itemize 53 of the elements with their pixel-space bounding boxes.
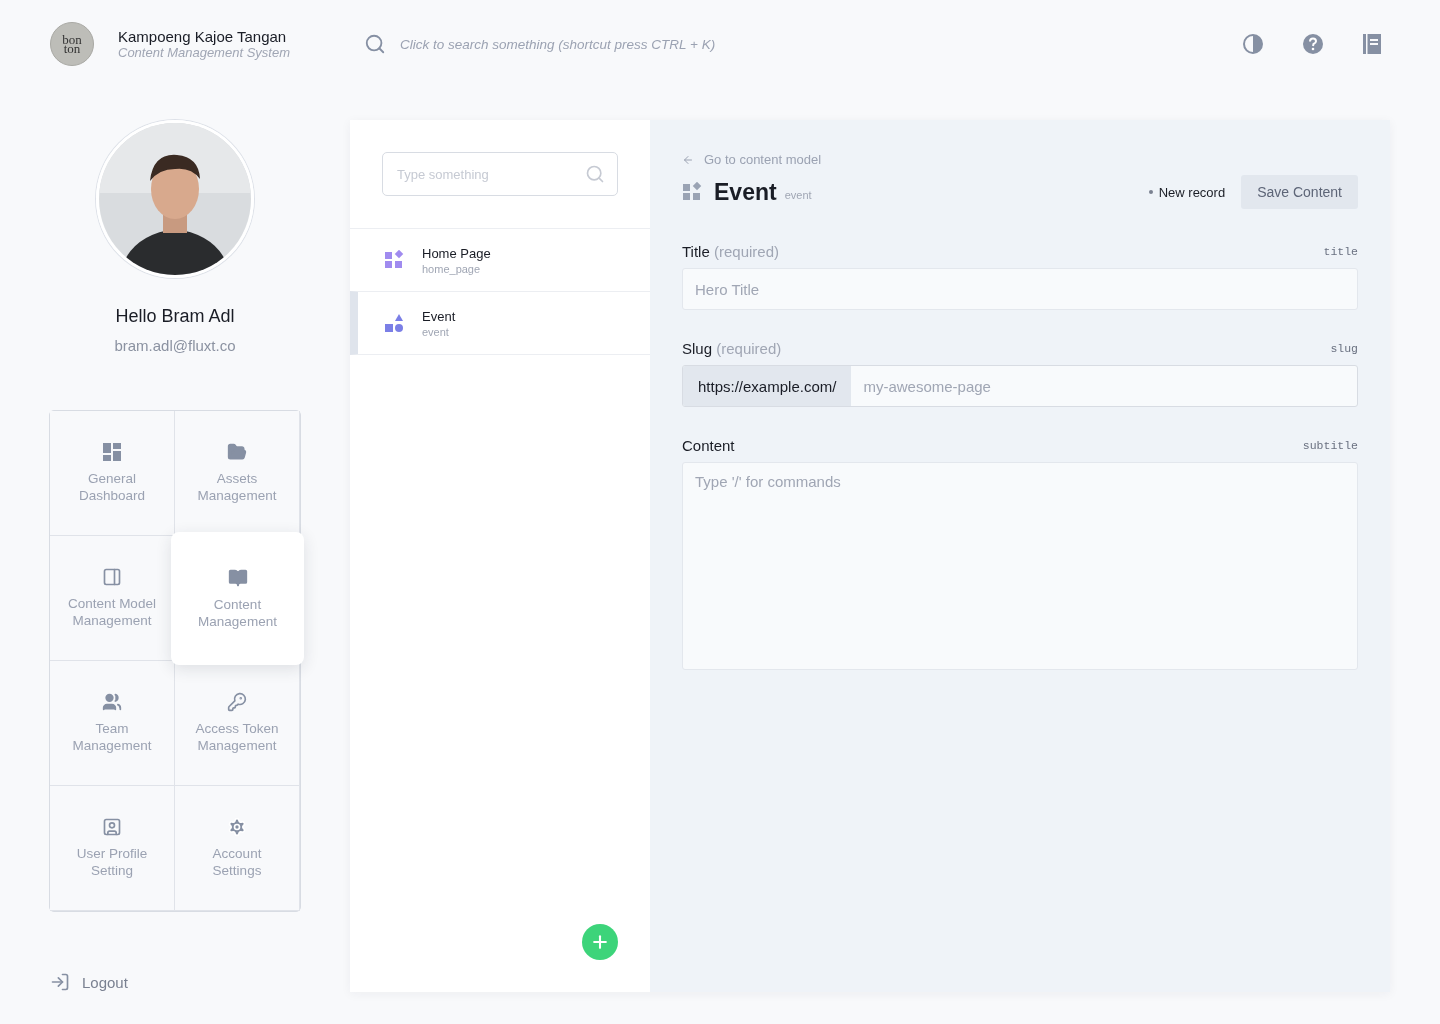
key-icon: [227, 692, 247, 712]
logo: bon ton: [50, 22, 94, 66]
field-label: Slug (required): [682, 340, 782, 357]
widgets-icon: [384, 250, 404, 270]
dashboard-icon: [102, 442, 122, 462]
nav-tile[interactable]: User Profile Setting: [50, 786, 175, 911]
users-icon: [102, 692, 122, 712]
model-key: event: [422, 325, 456, 338]
plus-icon: [590, 932, 610, 952]
app-subtitle: Content Management System: [118, 45, 291, 60]
back-link[interactable]: Go to content model: [682, 152, 1358, 167]
nav-tile[interactable]: Team Management: [50, 661, 175, 786]
nav-tile[interactable]: General Dashboard: [50, 411, 175, 536]
widgets-icon: [682, 182, 702, 202]
panel-icon: [102, 567, 122, 587]
model-search-field[interactable]: Type something: [382, 152, 618, 196]
field-api-key: title: [1323, 245, 1358, 258]
save-button[interactable]: Save Content: [1241, 175, 1358, 209]
global-search-field[interactable]: Click to search something (shortcut press CTRL + K): [400, 36, 716, 52]
nav-tile[interactable]: Account Settings: [175, 786, 300, 911]
search-icon[interactable]: [364, 33, 386, 55]
model-name: Home Page: [422, 245, 491, 261]
slug-field[interactable]: https://example.com/ my-awesome-page: [682, 365, 1358, 407]
user-email: bram.adl@fluxt.co: [114, 337, 236, 354]
model-name: Event: [422, 308, 456, 324]
content-title: Event: [714, 178, 777, 206]
field-label: Title (required): [682, 243, 779, 260]
add-button[interactable]: [582, 924, 618, 960]
greeting: Hello Bram Adl: [115, 306, 235, 327]
shapes-icon: [384, 313, 404, 333]
notebook-icon[interactable]: [1362, 33, 1382, 55]
field-api-key: slug: [1330, 342, 1358, 355]
field-api-key: subtitle: [1302, 439, 1358, 452]
back-arrow-icon: [682, 153, 694, 166]
logout-button[interactable]: Logout: [50, 972, 128, 992]
text-field[interactable]: Hero Title: [682, 268, 1358, 310]
model-key: home_page: [422, 262, 491, 275]
nav-tile[interactable]: Content Management: [171, 532, 304, 665]
search-icon: [585, 164, 605, 184]
book-icon: [227, 567, 248, 588]
content-editor[interactable]: Type '/' for commands: [682, 462, 1358, 670]
url-prefix: https://example.com/: [683, 366, 852, 406]
field-label: Content: [682, 437, 735, 454]
app-title: Kampoeng Kajoe Tangan: [118, 28, 288, 45]
settings-icon: [227, 817, 247, 837]
logout-icon: [50, 972, 70, 992]
contrast-icon[interactable]: [1242, 33, 1264, 55]
record-status: New record: [1148, 184, 1226, 200]
slug-input[interactable]: my-awesome-page: [851, 366, 1357, 406]
profile-card-icon: [102, 817, 122, 837]
folder-icon: [227, 442, 247, 462]
content-key: event: [784, 189, 812, 201]
help-icon[interactable]: [1302, 33, 1324, 55]
